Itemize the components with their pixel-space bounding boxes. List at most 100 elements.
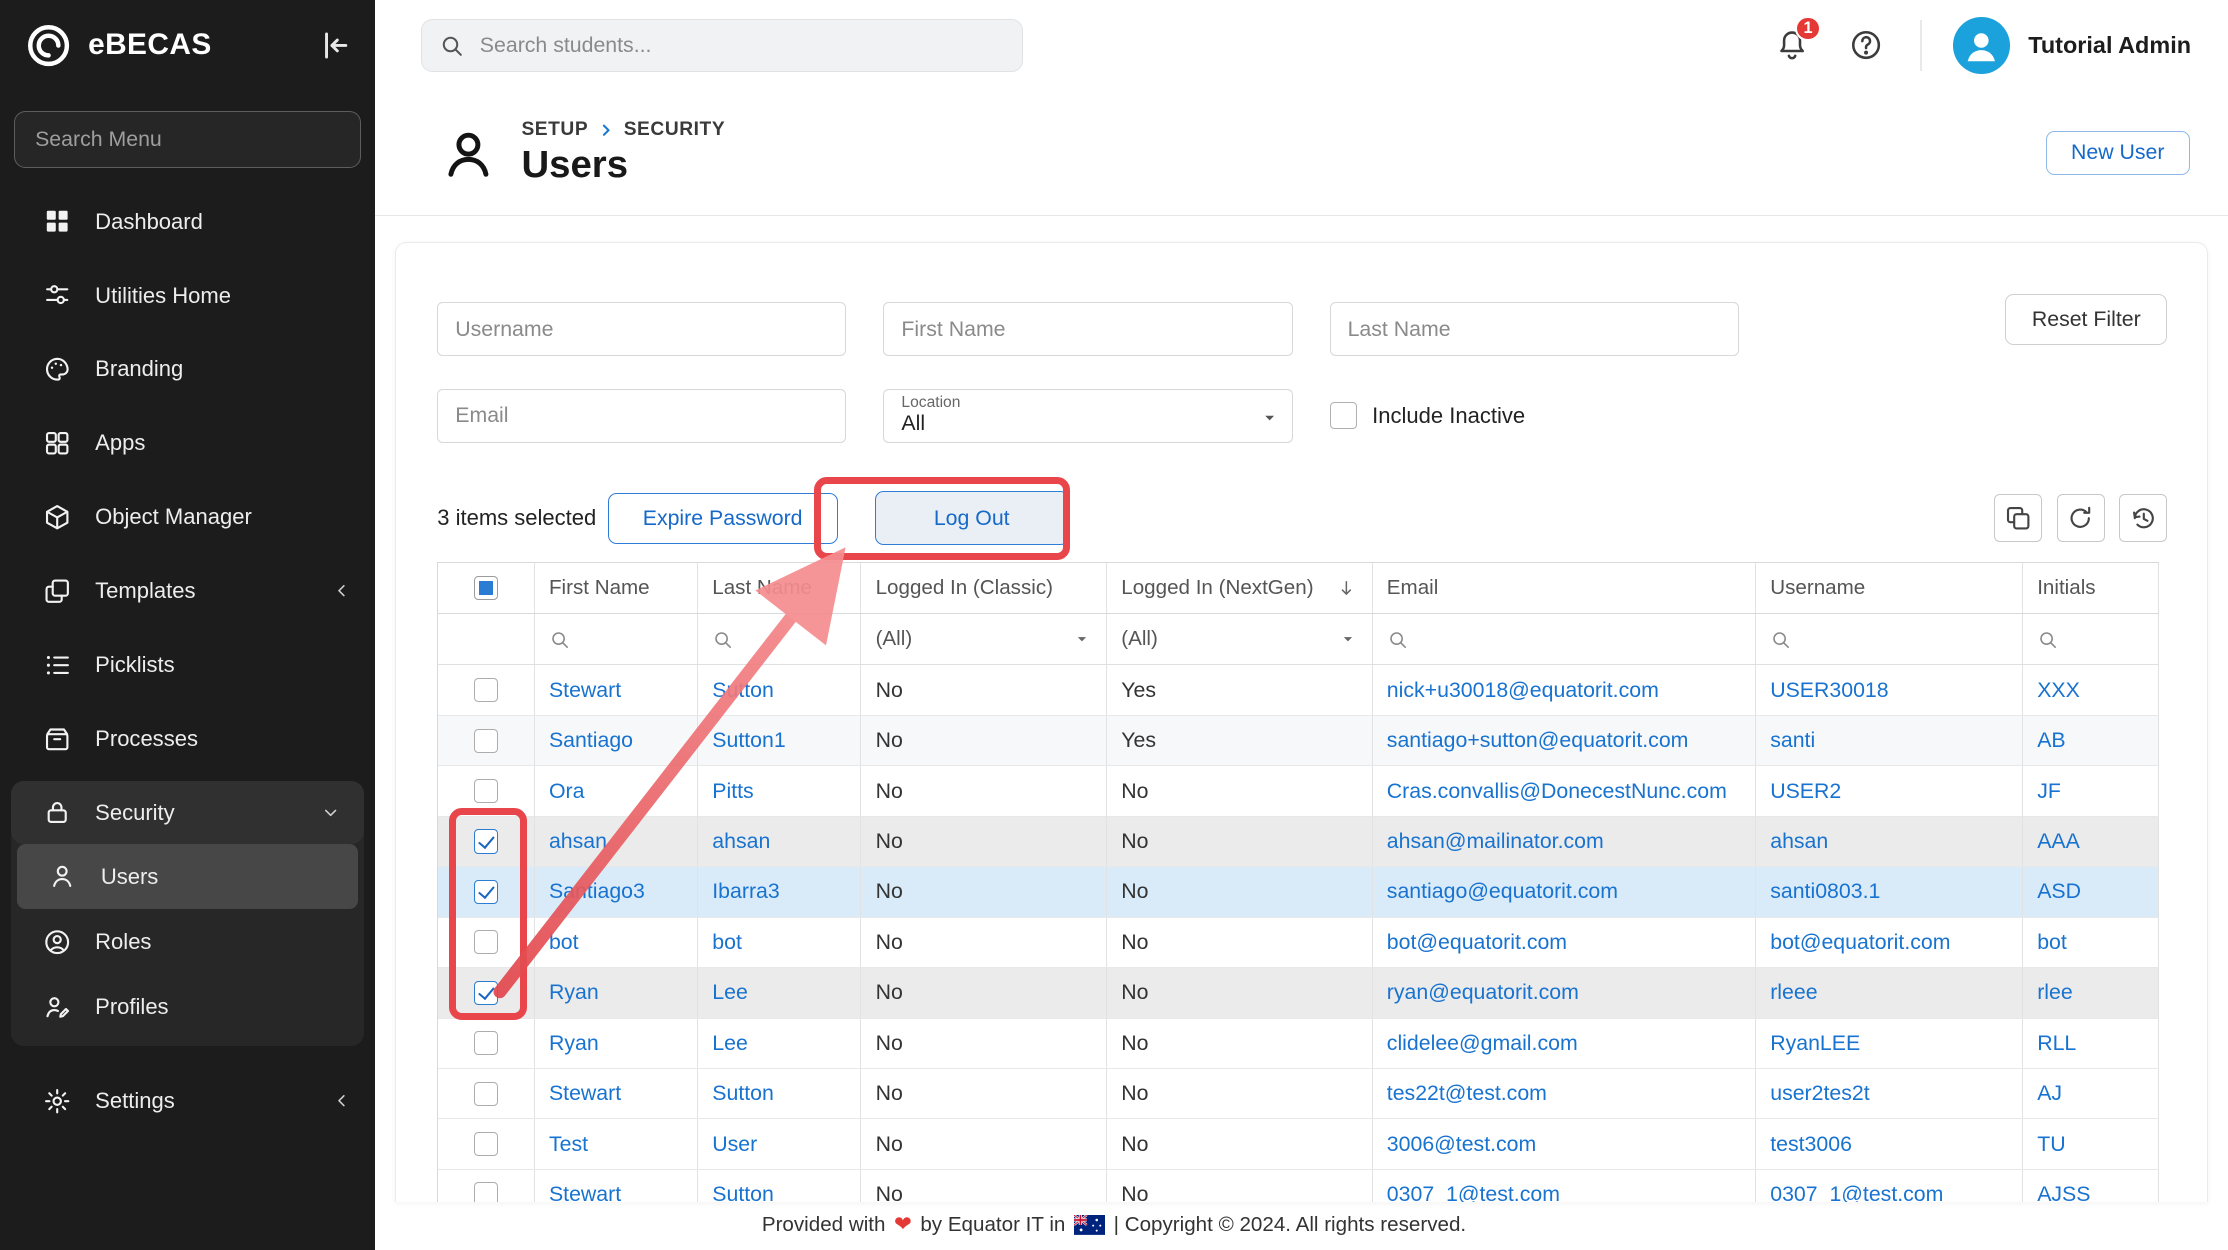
column-header-email[interactable]: Email bbox=[1373, 563, 1756, 613]
select-all-checkbox-box[interactable] bbox=[474, 576, 498, 600]
column-header-logged-in-classic-[interactable]: Logged In (Classic) bbox=[861, 563, 1107, 613]
sidebar-item-roles[interactable]: Roles bbox=[11, 909, 363, 974]
email-filter-input[interactable] bbox=[437, 389, 846, 443]
cell-value: clidelee@gmail.com bbox=[1387, 1031, 1578, 1056]
utilities-icon bbox=[43, 281, 71, 309]
table-row[interactable]: RyanLeeNoNoclidelee@gmail.comRyanLEERLL bbox=[438, 1019, 2159, 1069]
sidebar-item-users[interactable]: Users bbox=[17, 844, 358, 909]
row-checkbox[interactable] bbox=[474, 1082, 498, 1106]
table-row[interactable]: StewartSuttonNoNotes22t@test.comuser2tes… bbox=[438, 1069, 2159, 1119]
export-copy-button[interactable] bbox=[1994, 494, 2042, 542]
include-inactive-checkbox[interactable] bbox=[1330, 402, 1357, 429]
table-row[interactable]: OraPittsNoNoCras.convallis@DonecestNunc.… bbox=[438, 766, 2159, 816]
row-checkbox[interactable] bbox=[474, 930, 498, 954]
row-checkbox-cell[interactable] bbox=[438, 716, 535, 765]
help-button[interactable] bbox=[1849, 28, 1883, 62]
column-header-first-name[interactable]: First Name bbox=[535, 563, 698, 613]
student-search-input[interactable] bbox=[477, 32, 1005, 60]
first-name-filter-input[interactable] bbox=[883, 302, 1292, 356]
refresh-button[interactable] bbox=[2057, 494, 2105, 542]
row-checkbox-cell[interactable] bbox=[438, 1170, 535, 1202]
cell-value: No bbox=[1121, 1182, 1148, 1202]
new-user-button[interactable]: New User bbox=[2046, 131, 2190, 175]
cell-value: RyanLEE bbox=[1770, 1031, 1860, 1056]
username-filter-input[interactable] bbox=[437, 302, 846, 356]
select-all-checkbox[interactable] bbox=[438, 563, 535, 613]
row-checkbox-cell[interactable] bbox=[438, 665, 535, 714]
row-checkbox[interactable] bbox=[474, 1031, 498, 1055]
table-row[interactable]: StewartSuttonNoNo0307_1@test.com0307_1@t… bbox=[438, 1170, 2159, 1202]
row-checkbox-cell[interactable] bbox=[438, 817, 535, 866]
row-checkbox-cell[interactable] bbox=[438, 867, 535, 916]
cell-value: RLL bbox=[2037, 1031, 2076, 1056]
sidebar-item-templates[interactable]: Templates bbox=[0, 554, 375, 628]
row-checkbox[interactable] bbox=[474, 779, 498, 803]
sidebar-item-object-manager[interactable]: Object Manager bbox=[0, 480, 375, 554]
magnifier-icon bbox=[549, 629, 570, 650]
sidebar-item-utilities-home[interactable]: Utilities Home bbox=[0, 259, 375, 333]
sidebar-item-apps[interactable]: Apps bbox=[0, 406, 375, 480]
sidebar-item-processes[interactable]: Processes bbox=[0, 702, 375, 776]
sidebar-item-profiles[interactable]: Profiles bbox=[11, 975, 363, 1040]
row-checkbox-cell[interactable] bbox=[438, 1069, 535, 1118]
sidebar-item-settings[interactable]: Settings bbox=[0, 1068, 375, 1133]
table-row[interactable]: TestUserNoNo3006@test.comtest3006TU bbox=[438, 1119, 2159, 1169]
table-row[interactable]: Santiago3Ibarra3NoNosantiago@equatorit.c… bbox=[438, 867, 2159, 917]
reset-filter-button[interactable]: Reset Filter bbox=[2005, 294, 2167, 345]
include-inactive-toggle[interactable]: Include Inactive bbox=[1330, 389, 1526, 443]
row-checkbox[interactable] bbox=[474, 678, 498, 702]
sidebar-item-security[interactable]: Security bbox=[11, 781, 363, 844]
dashboard-icon bbox=[43, 207, 71, 235]
sidebar-collapse-icon[interactable] bbox=[315, 27, 352, 64]
row-checkbox[interactable] bbox=[474, 829, 498, 853]
row-checkbox[interactable] bbox=[474, 729, 498, 753]
notifications-button[interactable]: 1 bbox=[1775, 28, 1809, 62]
cell-value: No bbox=[876, 728, 903, 753]
expire-password-button[interactable]: Expire Password bbox=[608, 493, 838, 544]
row-checkbox-cell[interactable] bbox=[438, 766, 535, 815]
last-name-filter-input[interactable] bbox=[1330, 302, 1739, 356]
column-header-initials[interactable]: Initials bbox=[2023, 563, 2159, 613]
row-checkbox[interactable] bbox=[474, 1182, 498, 1202]
table-row[interactable]: ahsanahsanNoNoahsan@mailinator.comahsanA… bbox=[438, 817, 2159, 867]
filter-cell-first-name[interactable] bbox=[535, 614, 698, 664]
breadcrumb-setup[interactable]: SETUP bbox=[521, 119, 588, 141]
filter-cell-logged-in-classic-[interactable]: (All) bbox=[861, 614, 1107, 664]
table-row[interactable]: botbotNoNobot@equatorit.combot@equatorit… bbox=[438, 918, 2159, 968]
sidebar-item-picklists[interactable]: Picklists bbox=[0, 628, 375, 702]
user-name[interactable]: Tutorial Admin bbox=[2028, 32, 2191, 59]
student-search[interactable] bbox=[421, 19, 1023, 72]
filter-cell-username[interactable] bbox=[1756, 614, 2023, 664]
sidebar-item-label: Object Manager bbox=[95, 504, 252, 530]
column-header-last-name[interactable]: Last Name bbox=[698, 563, 861, 613]
row-checkbox-cell[interactable] bbox=[438, 918, 535, 967]
row-checkbox[interactable] bbox=[474, 981, 498, 1005]
table-row[interactable]: SantiagoSutton1NoYessantiago+sutton@equa… bbox=[438, 716, 2159, 766]
filter-cell-initials[interactable] bbox=[2023, 614, 2159, 664]
table-row[interactable]: StewartSuttonNoYesnick+u30018@equatorit.… bbox=[438, 665, 2159, 715]
column-header-logged-in-nextgen-[interactable]: Logged In (NextGen) bbox=[1107, 563, 1373, 613]
location-select[interactable]: Location All bbox=[883, 389, 1292, 443]
row-checkbox-cell[interactable] bbox=[438, 968, 535, 1017]
table-row[interactable]: RyanLeeNoNoryan@equatorit.comrleeerlee bbox=[438, 968, 2159, 1018]
filter-cell-last-name[interactable] bbox=[698, 614, 861, 664]
cell-logged-in-classic: No bbox=[861, 1019, 1107, 1068]
sidebar-item-dashboard[interactable]: Dashboard bbox=[0, 185, 375, 259]
sidebar-item-branding[interactable]: Branding bbox=[0, 332, 375, 406]
filter-cell-email[interactable] bbox=[1373, 614, 1756, 664]
column-header-username[interactable]: Username bbox=[1756, 563, 2023, 613]
cell-logged-in-nextgen: No bbox=[1107, 968, 1373, 1017]
row-checkbox-cell[interactable] bbox=[438, 1019, 535, 1068]
breadcrumb-security[interactable]: SECURITY bbox=[624, 119, 725, 141]
row-checkbox[interactable] bbox=[474, 1132, 498, 1156]
user-avatar[interactable] bbox=[1953, 17, 2010, 74]
processes-icon bbox=[43, 725, 71, 753]
sidebar-search-input[interactable] bbox=[14, 111, 361, 168]
cell-initials: RLL bbox=[2023, 1019, 2159, 1068]
row-checkbox-cell[interactable] bbox=[438, 1119, 535, 1168]
cell-value: user2tes2t bbox=[1770, 1081, 1869, 1106]
log-out-button[interactable]: Log Out bbox=[875, 491, 1069, 545]
filter-cell-logged-in-nextgen-[interactable]: (All) bbox=[1107, 614, 1373, 664]
history-restore-button[interactable] bbox=[2119, 494, 2167, 542]
row-checkbox[interactable] bbox=[474, 880, 498, 904]
